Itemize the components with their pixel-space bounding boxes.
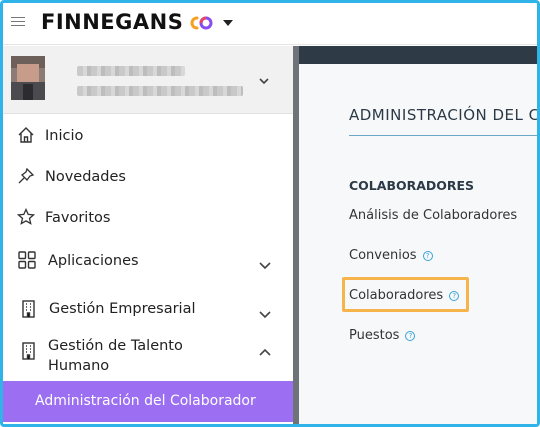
sidebar-subitem-administracion-colaborador[interactable]: Administración del Colaborador [3, 381, 293, 422]
chevron-down-icon[interactable] [259, 261, 271, 271]
main-content: ADMINISTRACIÓN DEL CO COLABORADORES Anál… [299, 46, 540, 424]
link-analisis-colaboradores[interactable]: Análisis de Colaboradores [349, 208, 517, 223]
sidebar-item-label: Aplicaciones [48, 253, 139, 269]
home-icon [18, 127, 34, 143]
finnegans-logo-icon [190, 16, 213, 30]
highlight-box [342, 277, 469, 312]
sidebar-item-gestion-talento-humano[interactable]: Gestión de Talento Humano [3, 334, 293, 380]
page-title: ADMINISTRACIÓN DEL CO [349, 106, 540, 124]
brand-dropdown-icon[interactable] [223, 20, 233, 26]
user-profile[interactable] [3, 46, 293, 114]
title-divider [349, 135, 537, 136]
sidebar: Inicio Novedades Favoritos Aplicaciones … [3, 46, 293, 424]
section-heading: COLABORADORES [349, 178, 475, 193]
link-label: Puestos [349, 328, 400, 343]
building-icon [22, 300, 35, 318]
sidebar-item-inicio[interactable]: Inicio [3, 118, 293, 154]
sidebar-item-gestion-empresarial[interactable]: Gestión Empresarial [3, 290, 293, 328]
link-label: Análisis de Colaboradores [349, 208, 518, 223]
star-icon [17, 208, 35, 225]
pin-icon [18, 167, 35, 184]
sidebar-item-label: Gestión de Talento [48, 338, 183, 354]
help-icon[interactable]: ? [422, 251, 433, 261]
main-header-bar [299, 46, 537, 64]
sidebar-item-label: Inicio [45, 128, 84, 144]
link-label: Convenios [349, 248, 417, 263]
app-window: FINNEGANS Inicio Novedades Favoritos Apl… [0, 0, 540, 427]
help-icon[interactable]: ? [405, 331, 416, 341]
link-convenios[interactable]: Convenios? [349, 248, 433, 263]
sidebar-item-label: Gestión Empresarial [49, 301, 196, 317]
user-email-blurred [77, 86, 243, 96]
link-puestos[interactable]: Puestos? [349, 328, 416, 343]
building-icon [22, 342, 35, 360]
sidebar-item-favoritos[interactable]: Favoritos [3, 200, 293, 236]
chevron-up-icon[interactable] [259, 348, 271, 358]
sidebar-item-aplicaciones[interactable]: Aplicaciones [3, 243, 293, 281]
top-bar: FINNEGANS [3, 3, 537, 45]
brand-name: FINNEGANS [41, 10, 184, 34]
sidebar-subitem-label: Administración del Colaborador [35, 393, 256, 409]
sidebar-item-novedades[interactable]: Novedades [3, 159, 293, 195]
chevron-down-icon[interactable] [259, 310, 271, 320]
avatar [11, 56, 45, 100]
sidebar-item-label-line2: Humano [48, 358, 110, 374]
hamburger-menu-icon[interactable] [11, 14, 25, 28]
sidebar-item-label: Favoritos [45, 210, 111, 226]
chevron-down-icon[interactable] [259, 76, 269, 86]
apps-grid-icon [18, 251, 36, 269]
user-name-blurred [77, 66, 185, 76]
sidebar-item-label: Novedades [45, 169, 126, 185]
